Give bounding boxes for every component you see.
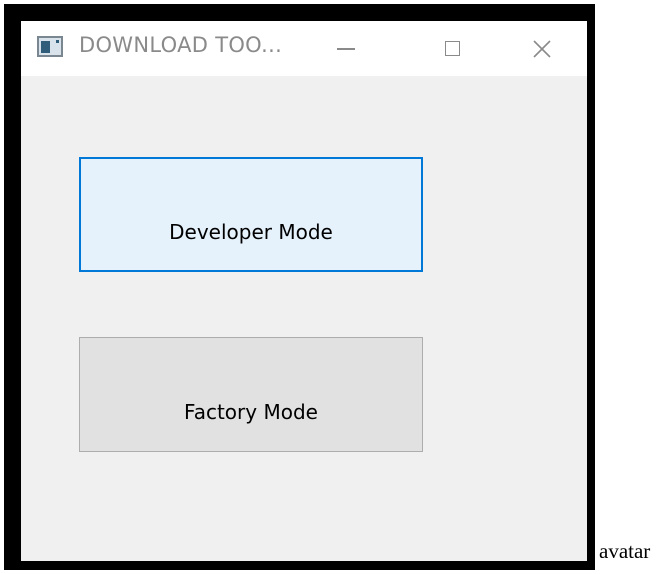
- close-icon: [533, 39, 551, 58]
- developer-mode-label: Developer Mode: [169, 219, 333, 244]
- developer-mode-button[interactable]: Developer Mode: [79, 157, 423, 272]
- app-icon-dot: [56, 40, 59, 43]
- window-title: DOWNLOAD TOO...: [79, 33, 283, 57]
- avatar-caption: avatar: [599, 539, 651, 563]
- minimize-icon: [337, 47, 355, 50]
- app-window-icon: [37, 36, 63, 57]
- maximize-icon: [444, 41, 460, 56]
- title-bar[interactable]: DOWNLOAD TOO...: [21, 21, 587, 76]
- factory-mode-button[interactable]: Factory Mode: [79, 337, 423, 452]
- app-icon-pane: [41, 41, 50, 53]
- maximize-button[interactable]: [427, 21, 477, 76]
- window-frame: DOWNLOAD TOO... Developer Mode Factory M…: [4, 4, 595, 570]
- factory-mode-label: Factory Mode: [184, 399, 318, 424]
- close-button[interactable]: [517, 21, 567, 76]
- app-window: DOWNLOAD TOO... Developer Mode Factory M…: [21, 21, 587, 561]
- minimize-button[interactable]: [321, 21, 371, 76]
